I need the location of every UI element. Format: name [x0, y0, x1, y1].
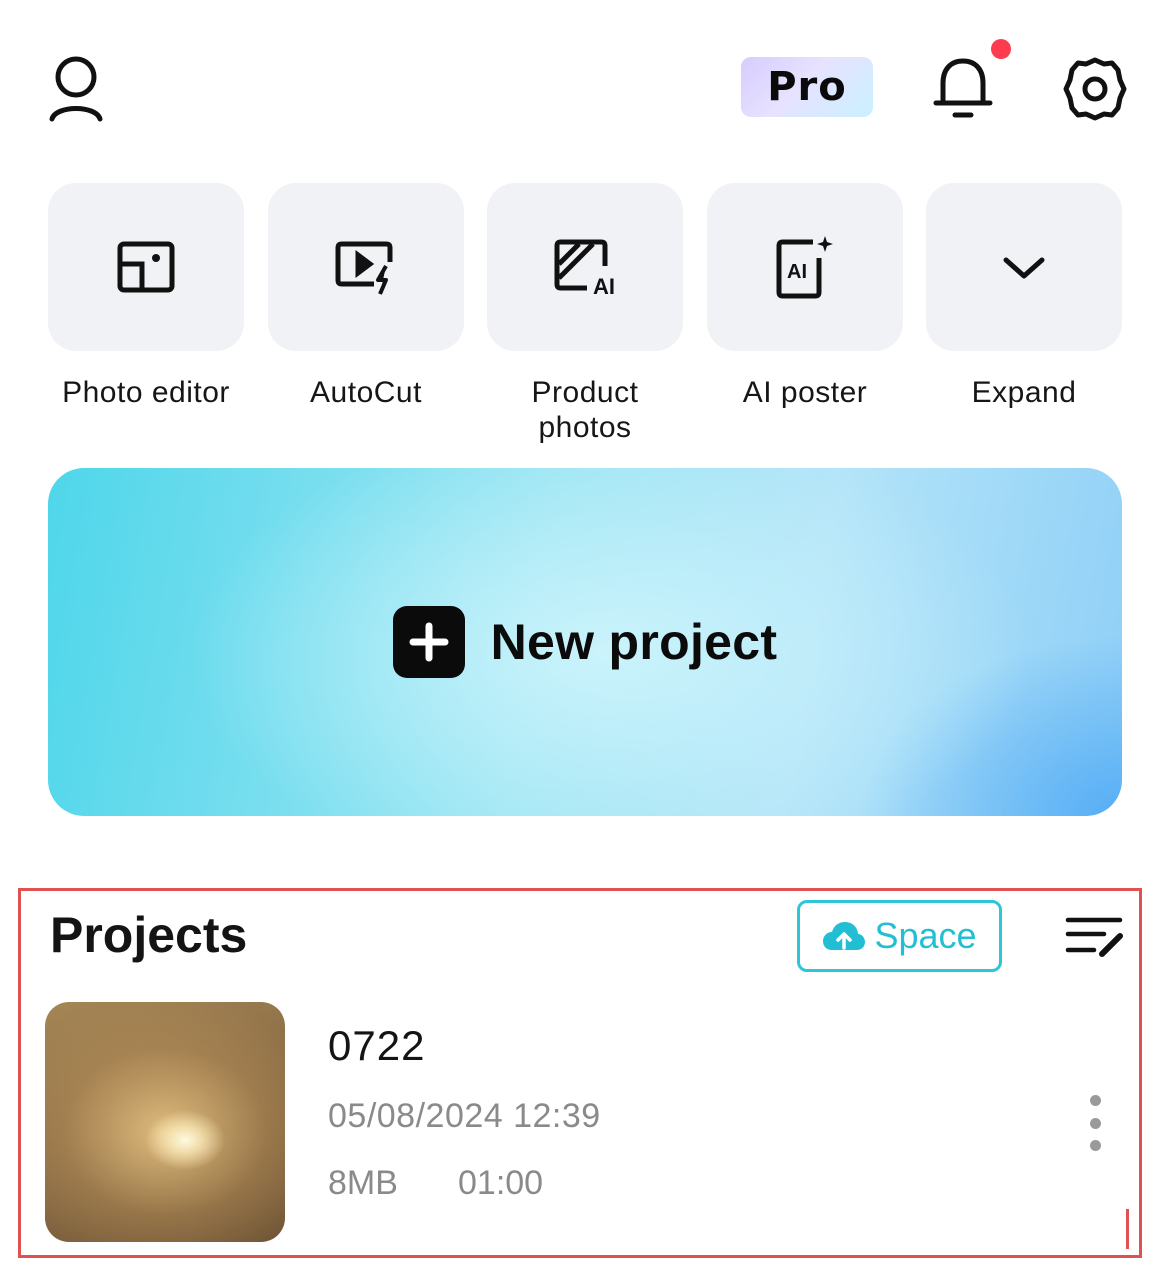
space-label: Space	[874, 915, 977, 956]
profile-button[interactable]	[44, 52, 108, 124]
tool-tile[interactable]	[926, 183, 1122, 351]
tool-label: Expand	[971, 376, 1077, 409]
more-options-icon[interactable]	[1080, 1095, 1110, 1151]
bell-icon	[933, 58, 993, 118]
tool-label: AutoCut	[310, 376, 422, 409]
user-icon	[49, 56, 103, 122]
tool-tile[interactable]: AI	[487, 183, 683, 351]
new-project-label: New project	[490, 614, 778, 670]
project-name[interactable]: 0722	[328, 1022, 425, 1070]
tool-autocut[interactable]: AutoCut	[268, 183, 464, 410]
plus-icon	[392, 606, 465, 678]
pro-badge[interactable]: Pro	[741, 57, 873, 117]
tool-tile[interactable]	[48, 183, 244, 351]
pro-label: Pro	[767, 64, 847, 110]
svg-text:AI: AI	[787, 261, 807, 283]
project-thumbnail[interactable]	[45, 1002, 285, 1242]
project-size: 8MB	[328, 1164, 398, 1202]
notifications-button[interactable]	[928, 52, 998, 122]
scroll-indicator	[1126, 1209, 1129, 1249]
tool-expand[interactable]: Expand	[926, 183, 1122, 410]
notification-dot	[991, 39, 1011, 59]
gear-icon	[1063, 57, 1127, 121]
tool-product-photos[interactable]: AI Product photos	[487, 183, 683, 445]
manage-projects-button[interactable]	[1062, 912, 1126, 960]
tool-photo-editor[interactable]: Photo editor	[48, 183, 244, 410]
project-date: 05/08/2024 12:39	[328, 1097, 601, 1135]
projects-title: Projects	[50, 907, 248, 963]
settings-button[interactable]	[1058, 52, 1132, 126]
project-duration: 01:00	[458, 1164, 544, 1202]
tool-tile[interactable]	[268, 183, 464, 351]
space-button[interactable]: Space	[797, 900, 1002, 972]
tool-tile[interactable]: AI	[707, 183, 903, 351]
edit-list-icon	[1065, 917, 1123, 957]
ai-image-icon: AI	[554, 239, 615, 296]
new-project-button[interactable]: New project	[48, 468, 1122, 816]
tool-label: Photo editor	[62, 376, 230, 409]
autocut-icon	[335, 241, 393, 295]
ai-poster-icon: AI	[776, 236, 833, 299]
chevron-down-icon	[1003, 257, 1045, 279]
tool-ai-poster[interactable]: AI AI poster	[707, 183, 903, 410]
tool-label: AI poster	[742, 376, 868, 409]
svg-text:AI: AI	[593, 274, 615, 296]
tool-label: Product photos	[531, 376, 639, 444]
cloud-upload-icon	[823, 922, 866, 950]
photo-edit-icon	[117, 241, 175, 293]
